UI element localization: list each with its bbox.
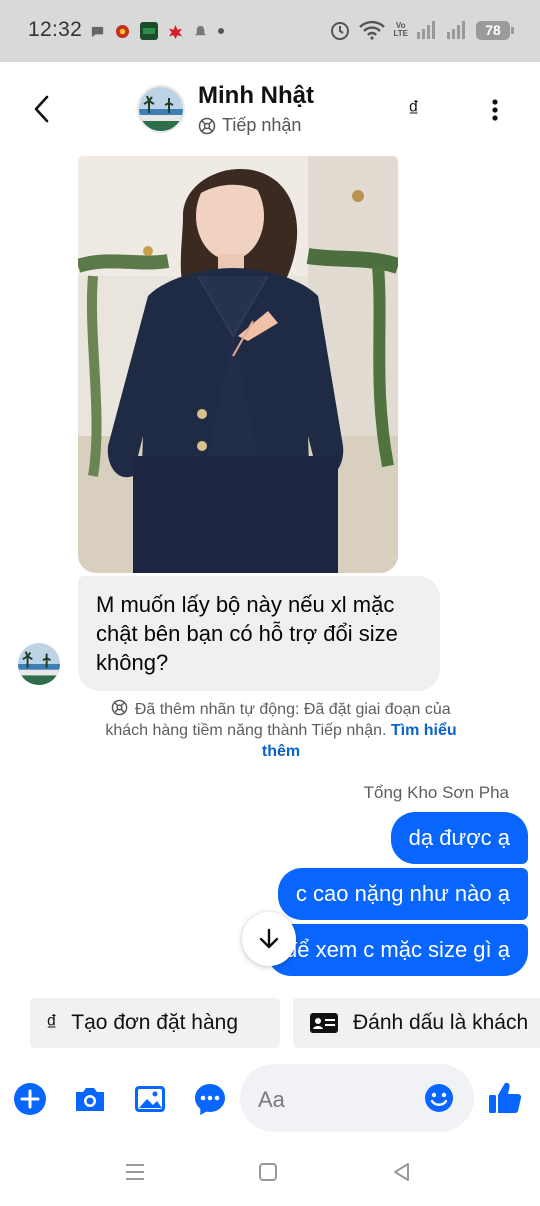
create-order-label: Tạo đơn đặt hàng [71, 1011, 239, 1034]
avatar-small-image [18, 643, 60, 685]
plus-icon[interactable] [13, 1082, 47, 1116]
message-input[interactable]: Aa [240, 1064, 474, 1132]
chat-notification-icon [91, 26, 104, 37]
quick-actions: ₫ Tạo đơn đặt hàng Đánh dấu là khách [30, 998, 540, 1048]
create-order-button[interactable]: ₫ Tạo đơn đặt hàng [30, 998, 280, 1048]
network-bottom-label: LTE [393, 29, 408, 38]
system-navigation-bar [0, 1140, 540, 1206]
sender-label: Tổng Kho Sơn Pha [363, 783, 509, 802]
home-icon[interactable] [256, 1160, 280, 1184]
outgoing-message-1[interactable]: dạ được ạ [390, 812, 528, 864]
outgoing-message-2[interactable]: c cao nặng như nào ạ [277, 868, 528, 920]
currency-icon: ₫ [46, 1010, 58, 1035]
chat-more-icon[interactable] [193, 1082, 227, 1116]
leaf-notification-icon [168, 24, 183, 39]
avatar-image [139, 87, 183, 131]
recent-apps-icon[interactable] [123, 1160, 147, 1184]
wifi-icon [359, 20, 386, 40]
image-icon[interactable] [133, 1082, 167, 1116]
app-notification-icon [140, 22, 158, 40]
system-status-icons: Vo LTE 78 [329, 19, 514, 41]
contact-avatar-small[interactable] [18, 643, 60, 685]
emoji-icon[interactable] [424, 1083, 454, 1113]
more-notifications-dot [218, 28, 224, 34]
like-icon[interactable] [487, 1080, 523, 1116]
message-input-placeholder: Aa [258, 1087, 285, 1112]
contact-stage-label: Tiếp nhận [222, 115, 302, 135]
network-type-label: Vo LTE [393, 22, 408, 38]
auto-label-notice: Đã thêm nhãn tự động: Đã đặt giai đoạn c… [96, 699, 466, 762]
signal-1-icon [417, 21, 435, 39]
battery-indicator: 78 [476, 20, 514, 40]
camera-icon[interactable] [73, 1082, 107, 1116]
contact-avatar[interactable] [137, 85, 185, 133]
outgoing-message-3[interactable]: để xem c mặc size gì ạ [267, 924, 528, 976]
more-vert-icon[interactable] [488, 98, 502, 122]
back-nav-icon[interactable] [390, 1160, 414, 1184]
product-photo[interactable] [78, 156, 398, 573]
incoming-message[interactable]: M muốn lấy bộ này nếu xl mặc chật bên bạ… [78, 576, 440, 691]
tag-icon [112, 699, 128, 716]
status-bar: 12:32 Vo LTE 78 [0, 0, 540, 62]
status-time: 12:32 [28, 18, 83, 41]
mark-as-label: Đánh dấu là khách [353, 1011, 529, 1034]
contact-card-icon [309, 1012, 339, 1034]
scroll-to-bottom-button[interactable] [242, 912, 296, 966]
arrow-down-icon [259, 928, 279, 949]
back-arrow-icon[interactable] [28, 92, 58, 126]
message-composer: Aa [0, 1062, 540, 1138]
signal-2-icon [447, 21, 465, 39]
product-photo-illustration [78, 156, 398, 573]
emblem-notification-icon [115, 24, 130, 38]
contact-name: Minh Nhật [198, 82, 314, 109]
chat-header: Minh Nhật Tiếp nhận ₫ [0, 62, 540, 156]
currency-button[interactable]: ₫ [408, 96, 419, 122]
mark-as-button[interactable]: Đánh dấu là khách [293, 998, 540, 1048]
contact-stage[interactable]: Tiếp nhận [198, 115, 301, 136]
bell-notification-icon [194, 25, 207, 35]
tag-icon [198, 117, 216, 134]
alarm-icon [331, 22, 350, 40]
notification-icons [90, 22, 224, 40]
